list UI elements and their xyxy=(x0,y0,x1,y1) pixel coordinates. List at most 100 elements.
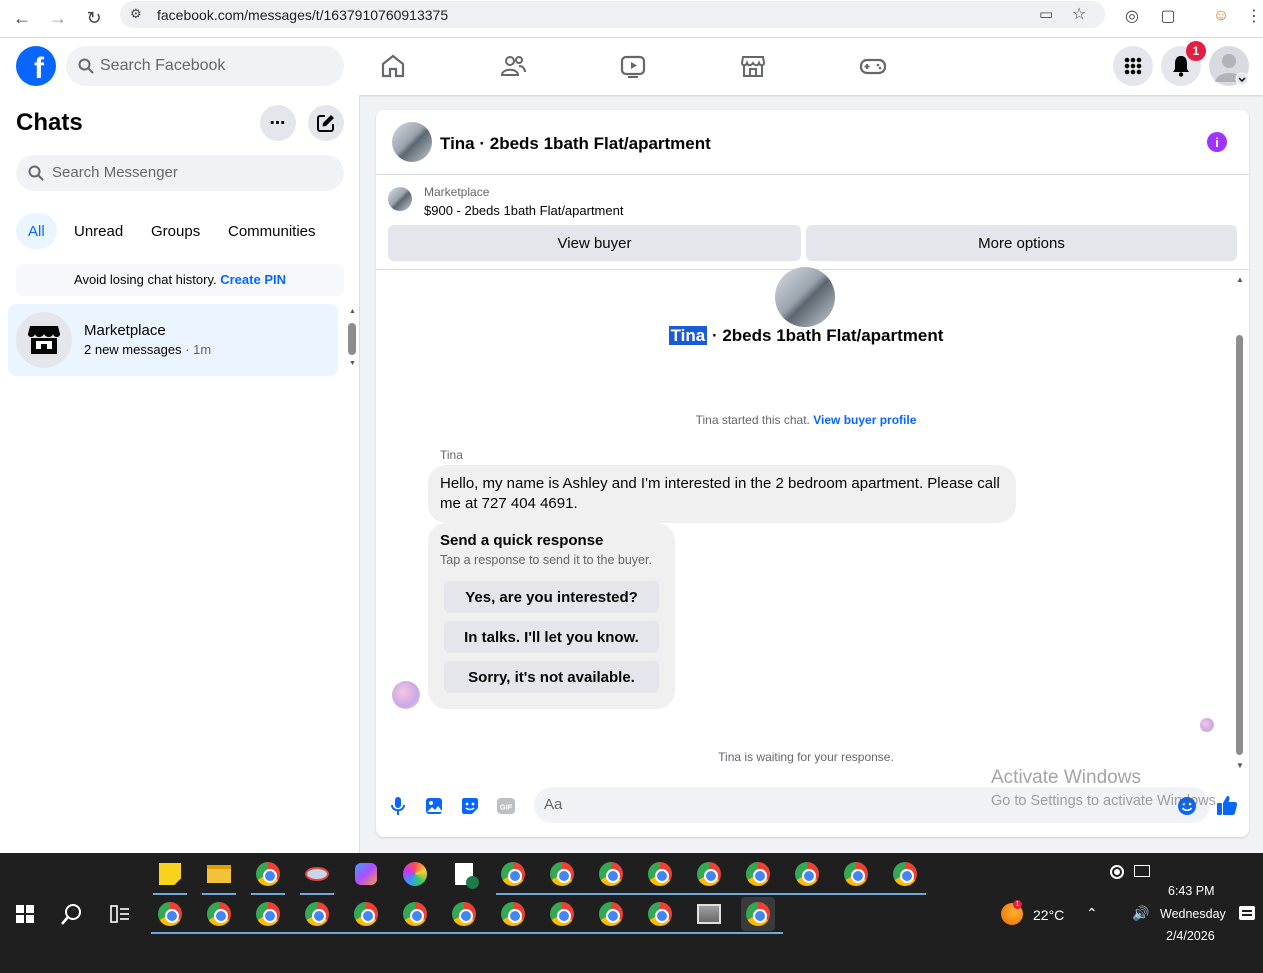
filter-unread[interactable]: Unread xyxy=(62,213,135,249)
view-buyer-profile-link[interactable]: View buyer profile xyxy=(813,413,916,427)
file-explorer-icon[interactable] xyxy=(202,857,236,891)
quick-reply-button[interactable]: Sorry, it's not available. xyxy=(444,661,659,693)
taskbar-underline xyxy=(300,893,334,895)
quick-reply-button[interactable]: In talks. I'll let you know. xyxy=(444,621,659,653)
more-options-button[interactable]: More options xyxy=(806,225,1237,261)
listing-thumbnail[interactable] xyxy=(388,187,412,211)
record-icon[interactable] xyxy=(1110,865,1124,879)
sidebar-scrollbar[interactable]: ▲ ▼ xyxy=(348,308,357,370)
profile-icon[interactable]: ☺ xyxy=(1210,5,1232,27)
new-message-button[interactable] xyxy=(308,105,344,141)
chrome-profile-icon[interactable] xyxy=(643,897,677,931)
view-buyer-button[interactable]: View buyer xyxy=(388,225,801,261)
forward-icon[interactable]: → xyxy=(43,3,73,33)
menu-grid-button[interactable] xyxy=(1113,46,1153,86)
chat-list-item-marketplace[interactable]: Marketplace 2 new messages · 1m xyxy=(8,304,338,376)
chrome-profile-icon[interactable] xyxy=(153,897,187,931)
menu-dots-icon[interactable]: ⋮ xyxy=(1246,5,1262,27)
chrome-profile-icon[interactable] xyxy=(790,857,824,891)
chrome-profile-icon[interactable] xyxy=(251,897,285,931)
microphone-icon[interactable] xyxy=(388,796,408,816)
thread-title-highlight: Tina xyxy=(668,326,708,345)
home-icon[interactable] xyxy=(379,52,407,80)
chrome-profile-icon[interactable] xyxy=(496,897,530,931)
chrome-profile-icon[interactable] xyxy=(300,897,334,931)
weather-icon[interactable]: 1 xyxy=(1001,900,1023,925)
app-icon[interactable] xyxy=(300,857,334,891)
marketplace-icon[interactable] xyxy=(739,52,767,80)
weather-temperature[interactable]: 22°C xyxy=(1033,907,1064,923)
site-info-icon[interactable]: ⚙ xyxy=(130,6,142,22)
taskbar-search-icon[interactable] xyxy=(55,897,89,931)
filter-groups[interactable]: Groups xyxy=(139,213,212,249)
chrome-profile-icon[interactable] xyxy=(496,857,530,891)
conversation-title[interactable]: Tina · 2beds 1bath Flat/apartment xyxy=(440,134,711,154)
facebook-search-input[interactable]: Search Facebook xyxy=(66,46,344,86)
started-text: Tina started this chat. xyxy=(695,413,810,427)
thread-scrollbar[interactable]: ▲ ▼ xyxy=(1236,275,1244,773)
chrome-profile-icon[interactable] xyxy=(545,857,579,891)
chrome-profile-icon[interactable] xyxy=(888,857,922,891)
sender-avatar[interactable] xyxy=(392,681,420,709)
chrome-profile-icon-active[interactable] xyxy=(741,897,775,931)
video-icon[interactable] xyxy=(619,52,647,80)
gif-icon[interactable]: GIF xyxy=(496,796,516,816)
notification-badge: 1 xyxy=(1186,41,1206,61)
svg-text:GIF: GIF xyxy=(500,803,513,812)
chrome-profile-icon[interactable] xyxy=(349,897,383,931)
chrome-profile-icon[interactable] xyxy=(594,897,628,931)
bookmark-star-icon[interactable]: ☆ xyxy=(1072,4,1086,24)
chrome-icon[interactable] xyxy=(251,857,285,891)
friends-icon[interactable] xyxy=(499,52,527,80)
extensions-icon[interactable]: ▢ xyxy=(1157,5,1179,27)
copilot-icon[interactable] xyxy=(349,857,383,891)
back-icon[interactable]: ← xyxy=(7,3,37,33)
quick-reply-button[interactable]: Yes, are you interested? xyxy=(444,581,659,613)
account-avatar[interactable] xyxy=(1209,46,1249,86)
conversation-info-icon[interactable]: i xyxy=(1207,132,1227,152)
chat-options-button[interactable]: ⋯ xyxy=(260,105,296,141)
filter-communities[interactable]: Communities xyxy=(216,213,328,249)
chevron-up-icon[interactable]: ⌃ xyxy=(1086,905,1098,922)
listing-title[interactable]: $900 - 2beds 1bath Flat/apartment xyxy=(424,203,623,218)
clock-day[interactable]: Wednesday xyxy=(1160,907,1226,921)
photos-app-icon[interactable] xyxy=(398,857,432,891)
reload-icon[interactable]: ↻ xyxy=(79,3,109,33)
address-bar[interactable]: ⚙ facebook.com/messages/t/16379107609133… xyxy=(120,1,1105,28)
volume-icon[interactable]: 🔊 xyxy=(1132,905,1149,922)
taskbar-underline xyxy=(153,893,187,895)
facebook-logo[interactable]: f xyxy=(16,46,56,86)
chrome-profile-icon[interactable] xyxy=(202,897,236,931)
url-text: facebook.com/messages/t/1637910760913375 xyxy=(157,7,449,23)
message-bubble[interactable]: Hello, my name is Ashley and I'm interes… xyxy=(428,465,1016,523)
chrome-profile-icon[interactable] xyxy=(398,897,432,931)
messenger-search-input[interactable]: Search Messenger xyxy=(16,155,344,191)
chrome-profile-icon[interactable] xyxy=(594,857,628,891)
photo-icon[interactable] xyxy=(424,796,444,816)
document-icon[interactable] xyxy=(447,857,481,891)
listing-avatar[interactable] xyxy=(392,122,432,162)
filter-all[interactable]: All xyxy=(16,213,57,249)
chrome-profile-icon[interactable] xyxy=(741,857,775,891)
translate-icon[interactable]: ◎ xyxy=(1121,5,1143,27)
gaming-icon[interactable] xyxy=(859,52,887,80)
chrome-profile-icon[interactable] xyxy=(839,857,873,891)
install-app-icon[interactable]: ▭ xyxy=(1039,5,1053,23)
task-view-icon[interactable] xyxy=(103,897,137,931)
sticker-icon[interactable] xyxy=(460,796,480,816)
chrome-profile-icon[interactable] xyxy=(643,857,677,891)
notification-center-icon[interactable] xyxy=(1239,906,1255,920)
chrome-profile-icon[interactable] xyxy=(545,897,579,931)
clock-date[interactable]: 2/4/2026 xyxy=(1166,929,1215,943)
create-pin-link[interactable]: Create PIN xyxy=(220,272,286,287)
thread-avatar[interactable] xyxy=(775,267,835,327)
chrome-profile-icon[interactable] xyxy=(692,857,726,891)
image-viewer-icon[interactable] xyxy=(692,897,726,931)
sticky-notes-icon[interactable] xyxy=(153,857,187,891)
display-icon[interactable] xyxy=(1134,865,1150,877)
chrome-profile-icon[interactable] xyxy=(447,897,481,931)
taskbar-underline xyxy=(151,932,783,934)
clock-time[interactable]: 6:43 PM xyxy=(1168,884,1215,898)
windows-start-icon[interactable] xyxy=(8,897,42,931)
sender-name: Tina xyxy=(440,448,463,462)
